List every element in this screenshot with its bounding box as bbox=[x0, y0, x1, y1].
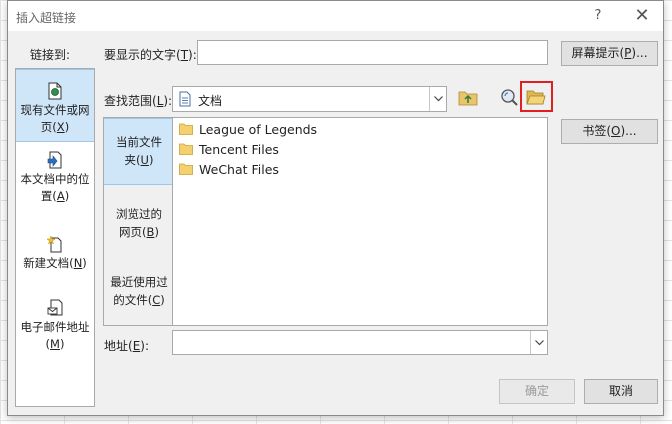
chevron-down-icon[interactable] bbox=[530, 331, 547, 354]
access-key: M bbox=[50, 337, 60, 351]
display-text-label-text: ): bbox=[188, 48, 197, 62]
dialog-title: 插入超链接 bbox=[16, 11, 77, 25]
doc-location-icon bbox=[47, 151, 62, 169]
look-in-value: 文档 bbox=[198, 94, 223, 108]
sidebar-item-label: ) bbox=[59, 337, 65, 351]
file-list: League of Legends Tencent Files WeChat F… bbox=[172, 117, 548, 326]
access-key: N bbox=[73, 256, 83, 270]
access-key: X bbox=[56, 120, 65, 134]
browse-web-icon bbox=[501, 89, 518, 106]
list-item[interactable]: League of Legends bbox=[179, 120, 317, 138]
file-web-icon bbox=[48, 82, 62, 100]
sidebar-item-label: 现有文件或网 bbox=[20, 103, 90, 117]
display-text-input[interactable] bbox=[197, 40, 548, 65]
sidebar-item-label: 置( bbox=[40, 189, 57, 203]
list-item[interactable]: Tencent Files bbox=[179, 140, 279, 158]
list-item[interactable]: WeChat Files bbox=[179, 160, 279, 178]
sidebar-item-label: 本文档中的位 bbox=[20, 172, 90, 186]
access-key: U bbox=[140, 153, 149, 167]
email-icon bbox=[47, 299, 63, 316]
scope-item-label: 的文件( bbox=[113, 293, 153, 307]
close-button[interactable]: ✕ bbox=[628, 5, 656, 27]
scope-item-label: 当前文件 bbox=[116, 135, 162, 149]
display-text-label: 要显示的文字(T): bbox=[104, 46, 197, 63]
browse-file-icon bbox=[526, 90, 546, 105]
sidebar-item-existing-file[interactable]: 现有文件或网 页(X) bbox=[16, 69, 94, 142]
display-text-label-text: 要显示的文字( bbox=[104, 48, 181, 62]
folder-icon bbox=[179, 143, 193, 155]
ok-button[interactable]: 确定 bbox=[499, 379, 575, 404]
address-input[interactable] bbox=[172, 330, 548, 355]
screentip-button-label: )... bbox=[631, 46, 648, 60]
sidebar-item-label: 新建文档( bbox=[23, 256, 74, 270]
look-in-label: 查找范围(L): bbox=[104, 92, 172, 109]
sidebar-item-place-in-document[interactable]: 本文档中的位 置(A) bbox=[16, 151, 94, 211]
sidebar-item-new-document[interactable]: 新建文档(N) bbox=[16, 235, 94, 275]
look-in-dropdown[interactable]: 文档 bbox=[172, 86, 447, 112]
sidebar-item-label: 页( bbox=[40, 120, 57, 134]
scope-current-folder[interactable]: 当前文件 夹(U) bbox=[104, 118, 174, 185]
link-to-sidebar: 现有文件或网 页(X) 本文档中的位 置(A) 新建文档(N) 电子邮件地址 (… bbox=[15, 68, 95, 407]
scope-item-label: ) bbox=[160, 293, 165, 307]
look-in-label-text: ): bbox=[163, 94, 173, 108]
bookmark-button-label: 书签( bbox=[582, 124, 612, 138]
file-name: WeChat Files bbox=[199, 161, 279, 177]
scope-item-label: ) bbox=[148, 153, 154, 167]
access-key: A bbox=[56, 189, 65, 203]
browse-file-button[interactable] bbox=[524, 85, 548, 109]
file-name: Tencent Files bbox=[199, 141, 279, 157]
folder-icon bbox=[179, 123, 193, 135]
access-key: O bbox=[611, 124, 621, 138]
look-in-label-text: 查找范围( bbox=[104, 94, 157, 108]
up-folder-icon bbox=[458, 91, 478, 106]
scope-browsed-pages[interactable]: 浏览过的 网页(B) bbox=[104, 205, 174, 241]
sidebar-item-label: ) bbox=[64, 120, 70, 134]
scope-recent-files[interactable]: 最近使用过 的文件(C) bbox=[104, 273, 174, 309]
browse-scope-pane: 当前文件 夹(U) 浏览过的 网页(B) 最近使用过 的文件(C) bbox=[103, 117, 175, 326]
sidebar-item-label: 电子邮件地址 bbox=[20, 320, 90, 334]
browse-web-button[interactable] bbox=[497, 85, 521, 109]
sidebar-item-label: ) bbox=[64, 189, 70, 203]
insert-hyperlink-dialog: 插入超链接 ? ✕ 链接到: 现有文件或网 页(X) 本文档中的位 置(A) 新… bbox=[7, 0, 664, 416]
address-label: 地址(E): bbox=[104, 337, 149, 354]
documents-folder-icon bbox=[179, 91, 191, 107]
cancel-button[interactable]: 取消 bbox=[584, 379, 658, 404]
address-label-text: ): bbox=[140, 339, 150, 353]
chevron-down-icon[interactable] bbox=[429, 87, 446, 111]
file-name: League of Legends bbox=[199, 121, 318, 137]
help-button[interactable]: ? bbox=[584, 5, 612, 27]
sidebar-item-email-address[interactable]: 电子邮件地址 (M) bbox=[16, 299, 94, 355]
scope-item-label: 夹( bbox=[124, 153, 141, 167]
scope-item-label: 网页( bbox=[119, 225, 147, 239]
screentip-button[interactable]: 屏幕提示(P)... bbox=[561, 41, 658, 66]
link-to-label: 链接到: bbox=[30, 48, 71, 62]
folder-icon bbox=[179, 163, 193, 175]
scope-item-label: 浏览过的 bbox=[116, 207, 162, 221]
up-folder-button[interactable] bbox=[456, 85, 480, 109]
title-bar: 插入超链接 ? ✕ bbox=[8, 1, 663, 31]
scope-item-label: ) bbox=[154, 225, 159, 239]
access-key: T bbox=[180, 48, 189, 62]
new-doc-icon bbox=[47, 235, 62, 253]
bookmark-button-label: )... bbox=[620, 124, 637, 138]
bookmark-button[interactable]: 书签(O)... bbox=[561, 119, 658, 144]
sidebar-item-label: ) bbox=[82, 256, 87, 270]
scope-item-label: 最近使用过 bbox=[110, 275, 168, 289]
address-label-text: 地址( bbox=[104, 339, 133, 353]
screentip-button-label: 屏幕提示( bbox=[571, 46, 625, 60]
